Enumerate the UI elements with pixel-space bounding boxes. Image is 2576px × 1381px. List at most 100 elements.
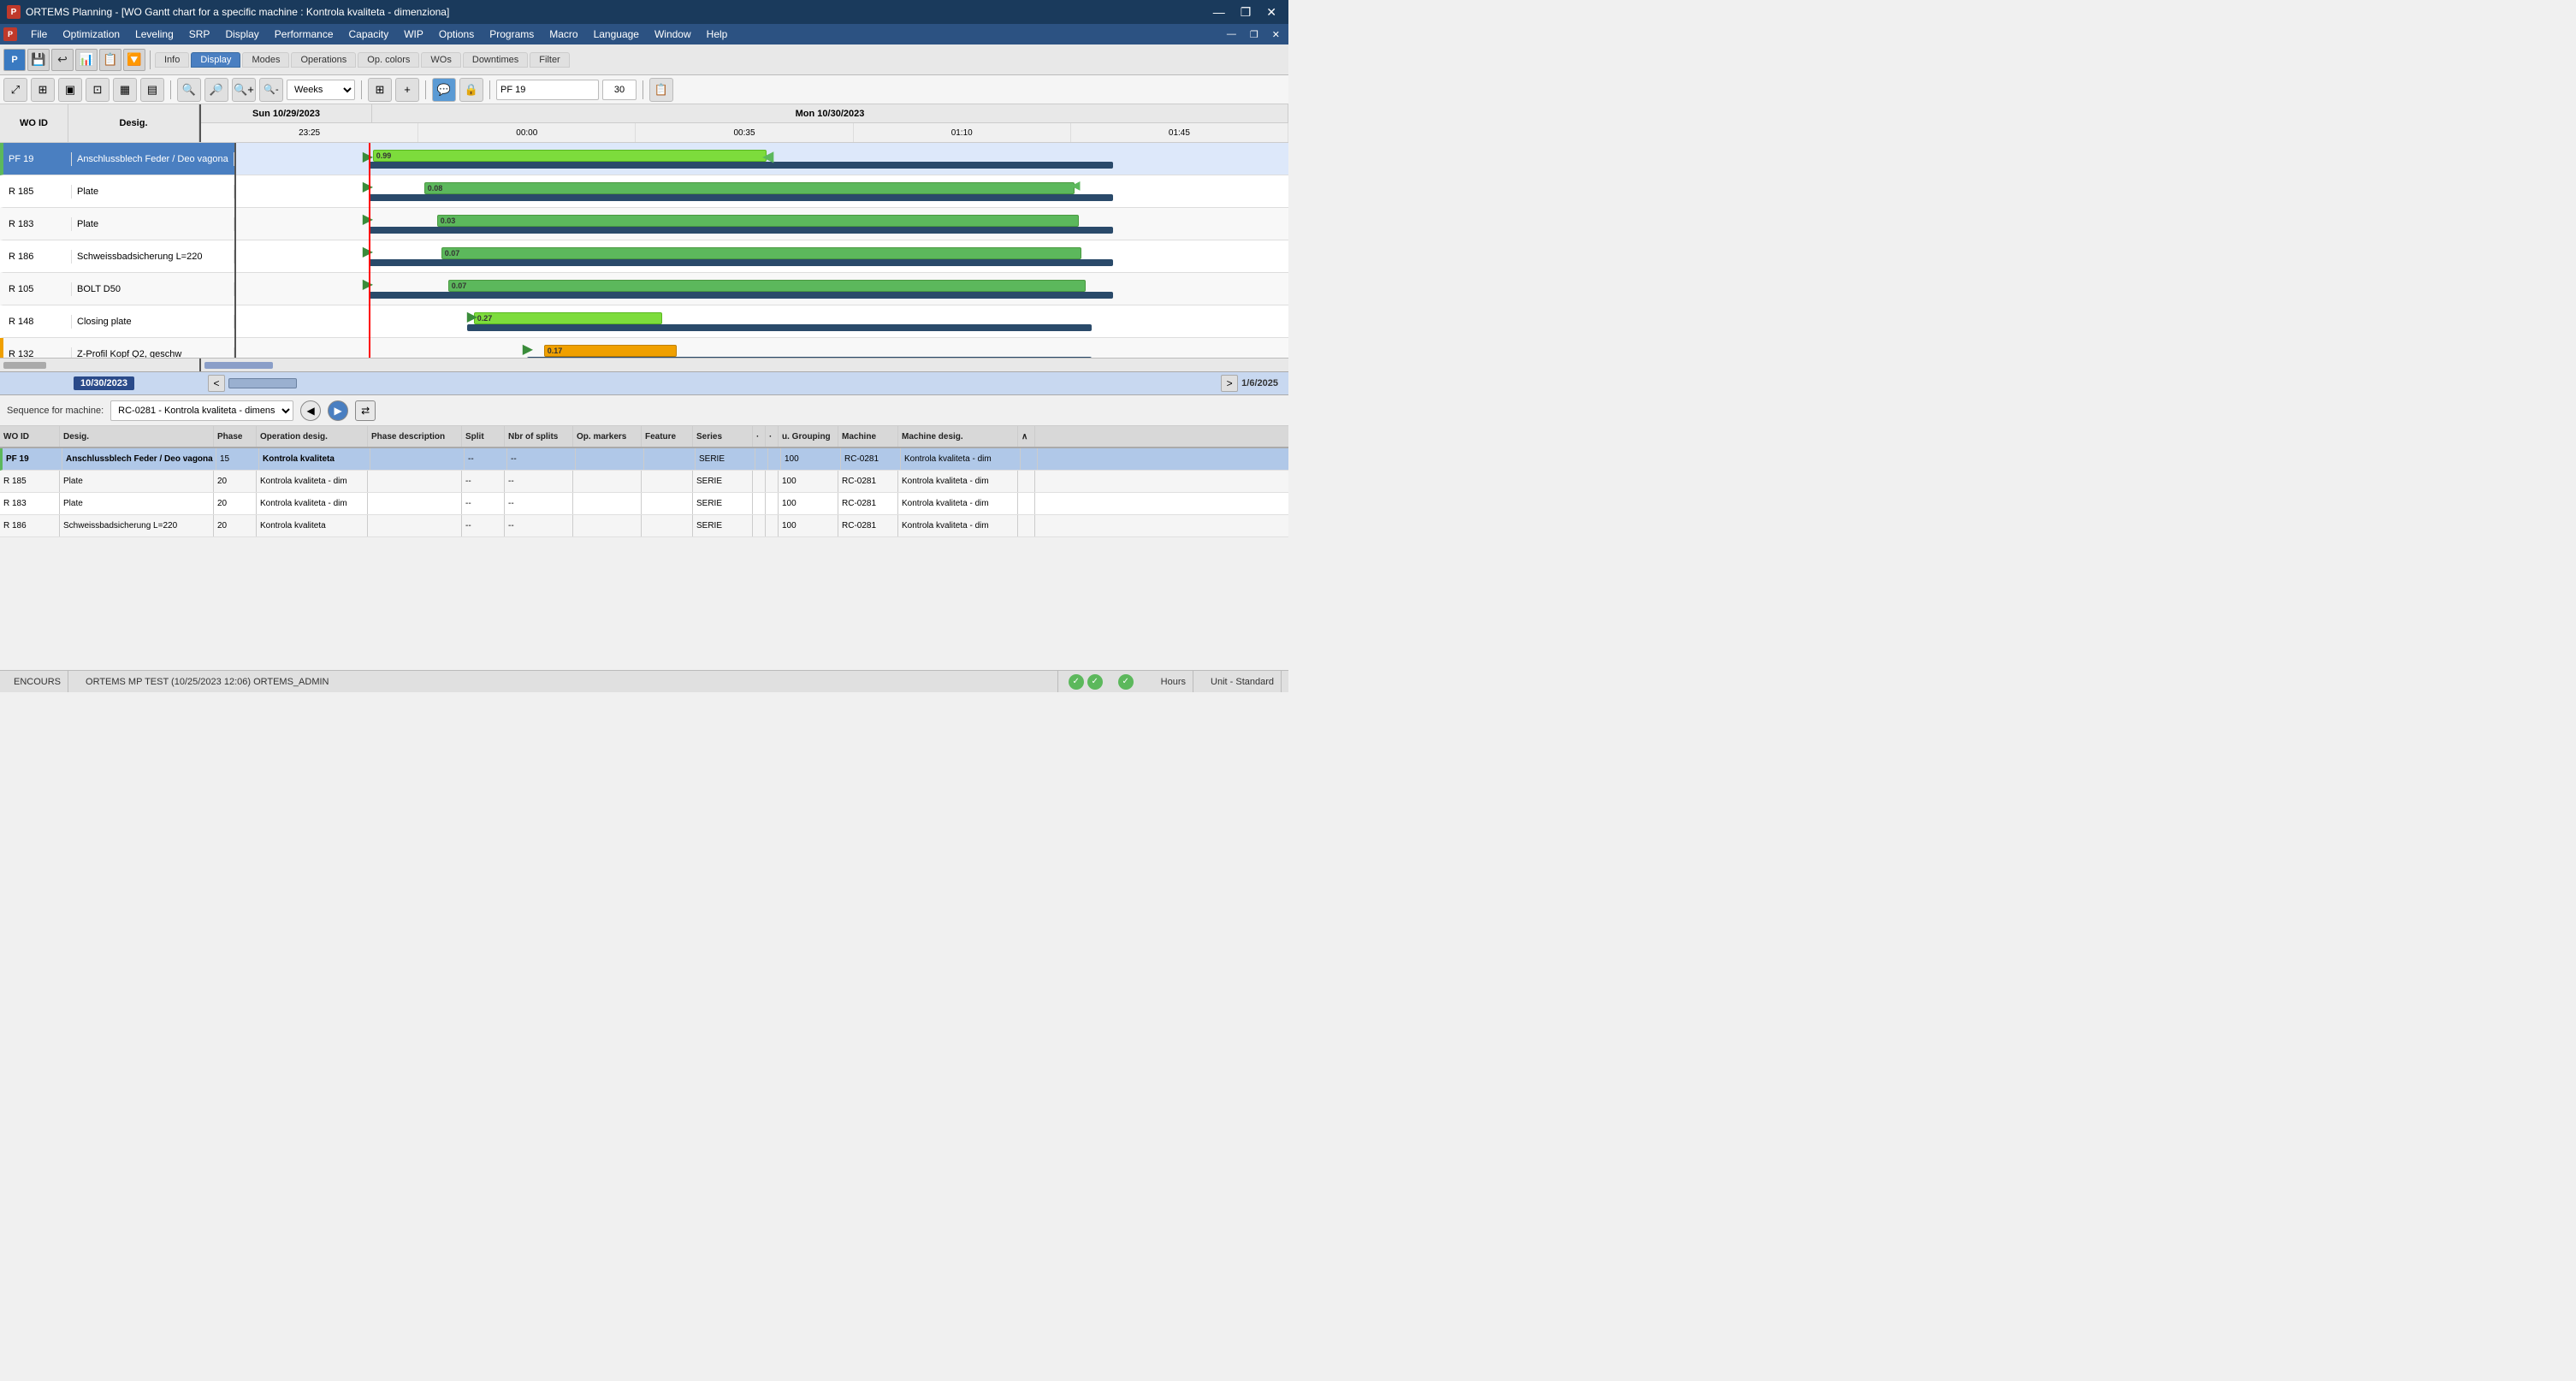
tool-btn-filter[interactable]: 🔽 — [123, 49, 145, 71]
detail-feature-1 — [642, 471, 693, 492]
detail-machine-0: RC-0281 — [841, 448, 901, 470]
detail-nbrsplits-3: -- — [505, 515, 573, 536]
detail-row-3[interactable]: R 186 Schweissbadsicherung L=220 20 Kont… — [0, 515, 1288, 537]
comment-btn[interactable]: 💬 — [432, 78, 456, 102]
detail-row-2[interactable]: R 183 Plate 20 Kontrola kvaliteta - dim … — [0, 493, 1288, 515]
right-scroll-thumb[interactable] — [204, 362, 273, 369]
nav-prev-btn[interactable]: < — [208, 375, 225, 392]
detail-extra-1 — [1018, 471, 1035, 492]
menu-leveling[interactable]: Leveling — [128, 27, 181, 42]
left-scroll[interactable] — [0, 359, 201, 372]
view-mode-5[interactable]: ▦ — [113, 78, 137, 102]
title-bar-controls[interactable]: — ❐ ✕ — [1208, 5, 1282, 20]
zoom-fit-btn[interactable]: 🔍 — [177, 78, 201, 102]
gantt-row-3[interactable]: R 186 Schweissbadsicherung L=220 — [0, 240, 234, 273]
zoom-out-btn[interactable]: 🔍- — [259, 78, 283, 102]
col-header-nbrsplits: Nbr of splits — [505, 426, 573, 447]
menu-performance[interactable]: Performance — [268, 27, 341, 42]
menu-optimization[interactable]: Optimization — [56, 27, 127, 42]
date-scroll-thumb[interactable] — [228, 378, 297, 388]
search-field[interactable] — [496, 80, 599, 100]
gantt-bar-6[interactable]: 0.17 — [544, 345, 677, 357]
tab-op-colors[interactable]: Op. colors — [358, 52, 419, 68]
tab-operations[interactable]: Operations — [291, 52, 356, 68]
menu-wip[interactable]: WIP — [397, 27, 430, 42]
gantt-bar-5[interactable]: 0.27 — [474, 312, 662, 324]
gantt-row-2[interactable]: R 183 Plate — [0, 208, 234, 240]
gantt-bar-2[interactable]: 0.03 — [437, 215, 1079, 227]
menu-display[interactable]: Display — [218, 27, 265, 42]
wo-id-6: R 132 — [3, 347, 72, 359]
date-nav-bar: 10/30/2023 < > 1/6/2025 — [0, 371, 1288, 395]
menu-language[interactable]: Language — [587, 27, 646, 42]
gantt-row-5[interactable]: R 148 Closing plate — [0, 305, 234, 338]
zoom-search-btn[interactable]: 🔎 — [204, 78, 228, 102]
detail-opdesig-2: Kontrola kvaliteta - dim — [257, 493, 368, 514]
detail-dot2-1 — [766, 471, 779, 492]
detail-row-1[interactable]: R 185 Plate 20 Kontrola kvaliteta - dim … — [0, 471, 1288, 493]
sub-close-btn[interactable]: ✕ — [1267, 29, 1285, 40]
tab-wos[interactable]: WOs — [421, 52, 460, 68]
arrow-end-1: ◀ — [1071, 178, 1081, 193]
gantt-underbar-1 — [369, 194, 1113, 201]
menu-options[interactable]: Options — [432, 27, 481, 42]
status-checks: ✓ ✓ ✓ — [1069, 674, 1134, 690]
view-mode-6[interactable]: ▤ — [140, 78, 164, 102]
close-btn[interactable]: ✕ — [1261, 5, 1282, 20]
gantt-row-0[interactable]: PF 19 Anschlussblech Feder / Deo vagona — [0, 143, 234, 175]
tool-btn-chart[interactable]: 📊 — [75, 49, 98, 71]
tab-info[interactable]: Info — [155, 52, 189, 68]
sub-maximize-btn[interactable]: ❐ — [1245, 29, 1264, 40]
nav-next-btn[interactable]: > — [1221, 375, 1238, 392]
period-dropdown[interactable]: Weeks Hours Days Months — [287, 80, 355, 100]
gantt-bar-0[interactable]: 0.99 — [373, 150, 767, 162]
view-mode-4[interactable]: ⊡ — [86, 78, 110, 102]
menu-programs[interactable]: Programs — [483, 27, 541, 42]
menu-capacity[interactable]: Capacity — [342, 27, 396, 42]
gantt-bar-4[interactable]: 0.07 — [448, 280, 1086, 292]
detail-opmarkers-2 — [573, 493, 642, 514]
tool-btn-undo[interactable]: ↩ — [51, 49, 74, 71]
maximize-btn[interactable]: ❐ — [1235, 5, 1257, 20]
left-scroll-thumb[interactable] — [3, 362, 46, 369]
menu-macro[interactable]: Macro — [542, 27, 584, 42]
zoom-in-btn[interactable]: 🔍+ — [232, 78, 256, 102]
menu-file[interactable]: File — [24, 27, 54, 42]
gantt-scrollbar[interactable] — [0, 358, 1288, 371]
number-field[interactable] — [602, 80, 637, 100]
minimize-btn[interactable]: — — [1208, 5, 1230, 20]
gantt-row-1[interactable]: R 185 Plate — [0, 175, 234, 208]
add-col-btn[interactable]: + — [395, 78, 419, 102]
gantt-row-6[interactable]: R 132 Z-Profil Kopf Q2, geschw — [0, 338, 234, 358]
sub-minimize-btn[interactable]: — — [1222, 29, 1241, 40]
menu-help[interactable]: Help — [700, 27, 735, 42]
right-scroll[interactable] — [201, 359, 1288, 372]
tab-downtimes[interactable]: Downtimes — [463, 52, 528, 68]
tab-filter[interactable]: Filter — [530, 52, 569, 68]
machine-sync-btn[interactable]: ⇄ — [355, 400, 376, 421]
gantt-bar-3[interactable]: 0.07 — [441, 247, 1081, 259]
menu-window[interactable]: Window — [648, 27, 698, 42]
gantt-left-body: PF 19 Anschlussblech Feder / Deo vagona … — [0, 143, 236, 358]
bar-val-3: 0.07 — [445, 249, 460, 258]
detail-desig-2: Plate — [60, 493, 214, 514]
bar-val-2: 0.03 — [441, 216, 456, 225]
machine-prev-btn[interactable]: ◀ — [300, 400, 321, 421]
view-mode-1[interactable]: ⤢ — [3, 78, 27, 102]
gantt-bar-1[interactable]: 0.08 — [424, 182, 1075, 194]
tab-modes[interactable]: Modes — [242, 52, 289, 68]
detail-row-0[interactable]: PF 19 Anschlussblech Feder / Deo vagona … — [0, 448, 1288, 471]
machine-dropdown[interactable]: RC-0281 - Kontrola kvaliteta - dimens — [110, 400, 293, 421]
grid-btn[interactable]: ⊞ — [368, 78, 392, 102]
gantt-row-4[interactable]: R 105 BOLT D50 — [0, 273, 234, 305]
tool-btn-save[interactable]: 💾 — [27, 49, 50, 71]
menu-srp[interactable]: SRP — [182, 27, 217, 42]
tool-btn-table[interactable]: 📋 — [99, 49, 121, 71]
lock-btn[interactable]: 🔒 — [459, 78, 483, 102]
tab-display[interactable]: Display — [191, 52, 240, 68]
table-view-btn[interactable]: 📋 — [649, 78, 673, 102]
machine-next-btn[interactable]: ▶ — [328, 400, 348, 421]
tool-btn-1[interactable]: P — [3, 49, 26, 71]
view-mode-3[interactable]: ▣ — [58, 78, 82, 102]
view-mode-2[interactable]: ⊞ — [31, 78, 55, 102]
